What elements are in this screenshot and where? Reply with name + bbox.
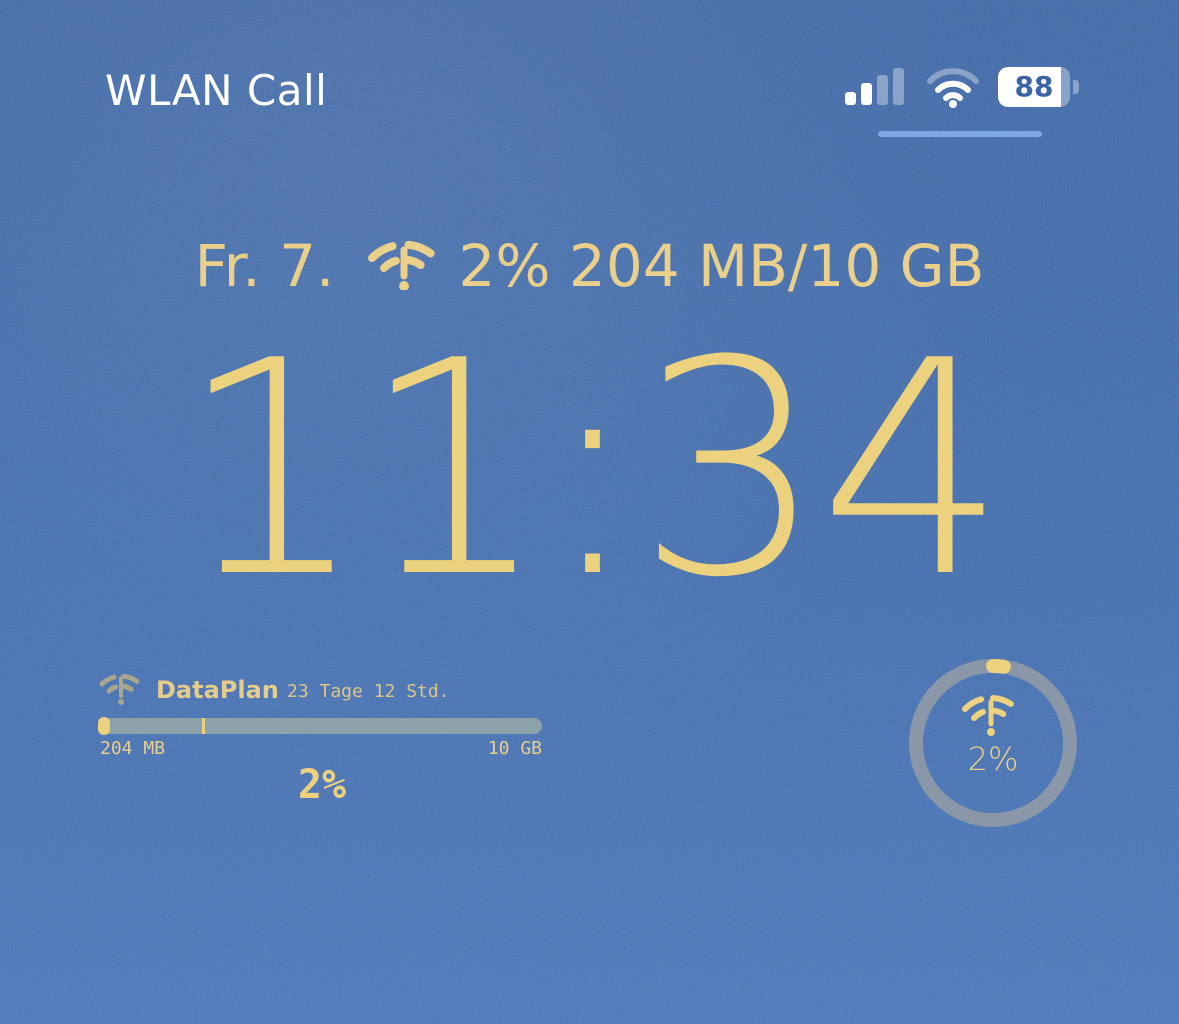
data-total-label: 10 GB	[487, 738, 542, 759]
lock-date: Fr. 7.	[194, 232, 335, 300]
control-center-indicator[interactable]	[878, 131, 1042, 137]
data-usage-progress-bar	[100, 718, 542, 734]
data-used-label: 204 MB	[100, 738, 166, 759]
data-usage-summary: 2% 204 MB/10 GB	[458, 232, 985, 300]
ring-wifi-antenna-icon	[962, 694, 1020, 736]
lock-time: 11:34	[177, 297, 1007, 642]
dataplan-wifi-antenna-icon	[100, 673, 142, 705]
dataplan-percent: 2%	[297, 762, 347, 808]
signal-bars-icon	[845, 68, 904, 105]
data-usage-progress-fill	[98, 717, 110, 735]
battery-level: 88	[1014, 70, 1054, 103]
ring-percent: 2%	[967, 740, 1019, 778]
dataplan-remaining-time: 23 Tage 12 Std.	[287, 681, 450, 702]
battery-indicator: 88	[998, 67, 1082, 109]
battery-nub	[1073, 80, 1079, 94]
billing-period-marker	[201, 718, 205, 734]
date-info-line[interactable]: Fr. 7. 2% 204 MB/10 GB	[0, 232, 1179, 300]
wifi-icon	[927, 68, 979, 108]
dataplan-title: DataPlan	[156, 676, 279, 704]
wifi-antenna-icon	[368, 240, 441, 290]
carrier-label: WLAN Call	[105, 66, 328, 115]
battery-icon: 88	[998, 67, 1070, 107]
